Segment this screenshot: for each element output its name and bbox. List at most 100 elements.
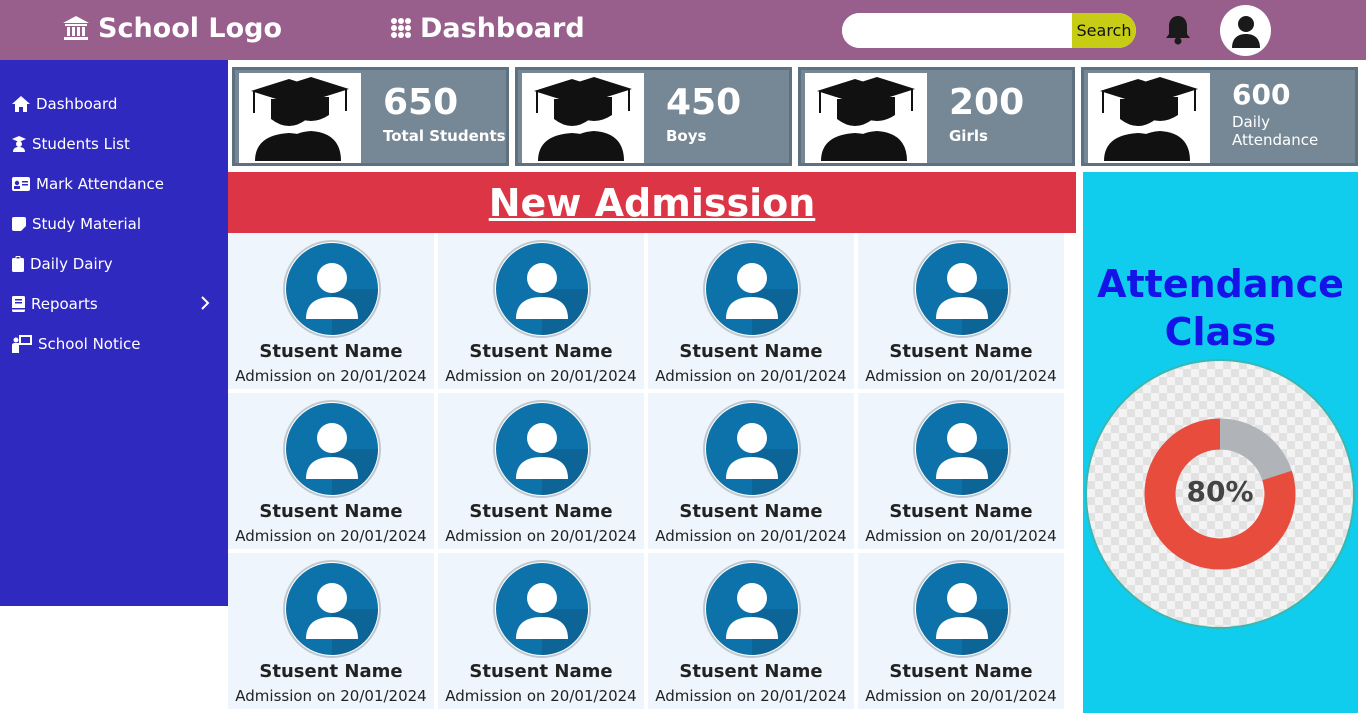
attendance-title-line1: Attendance xyxy=(1097,262,1344,306)
grid-dots-icon xyxy=(391,18,411,38)
student-name: Stusent Name xyxy=(259,501,403,522)
student-name: Stusent Name xyxy=(679,341,823,362)
sidebar-item-repoarts[interactable]: Repoarts xyxy=(12,293,222,315)
stat-label: Daily Attendance xyxy=(1232,113,1319,149)
search-button[interactable]: Search xyxy=(1072,13,1136,48)
admission-date: Admission on 20/01/2024 xyxy=(235,367,427,385)
sidebar-item-label: Daily Dairy xyxy=(30,255,113,273)
stat-value: 200 xyxy=(949,82,1025,123)
page-title-text: Dashboard xyxy=(420,12,585,44)
student-card[interactable]: Stusent Name Admission on 20/01/2024 xyxy=(228,553,434,709)
user-avatar-icon xyxy=(496,243,588,335)
student-card[interactable]: Stusent Name Admission on 20/01/2024 xyxy=(438,393,644,549)
admission-date: Admission on 20/01/2024 xyxy=(655,687,847,705)
sidebar-item-label: School Notice xyxy=(38,335,141,353)
sidebar-item-daily-dairy[interactable]: Daily Dairy xyxy=(12,253,222,275)
student-name: Stusent Name xyxy=(259,341,403,362)
admission-date: Admission on 20/01/2024 xyxy=(445,527,637,545)
attendance-percent: 80% xyxy=(1186,475,1254,508)
student-avatar xyxy=(283,240,381,338)
graduates-icon xyxy=(239,73,361,163)
student-card[interactable]: Stusent Name Admission on 20/01/2024 xyxy=(228,233,434,389)
institution-icon xyxy=(63,16,89,40)
student-card[interactable]: Stusent Name Admission on 20/01/2024 xyxy=(858,553,1064,709)
admission-date: Admission on 20/01/2024 xyxy=(235,687,427,705)
user-avatar-icon xyxy=(706,403,798,495)
student-card[interactable]: Stusent Name Admission on 20/01/2024 xyxy=(648,233,854,389)
sidebar-item-study-material[interactable]: Study Material xyxy=(12,213,222,235)
note-icon xyxy=(12,217,26,231)
book-icon xyxy=(12,296,25,312)
student-avatar xyxy=(703,240,801,338)
stat-label: Girls xyxy=(949,127,988,145)
admission-date: Admission on 20/01/2024 xyxy=(655,367,847,385)
sidebar-item-label: Students List xyxy=(32,135,130,153)
stat-card-total-students[interactable]: 650 Total Students xyxy=(232,67,509,166)
chevron-right-icon xyxy=(201,296,210,310)
clipboard-icon xyxy=(12,256,24,272)
student-avatar xyxy=(283,560,381,658)
user-avatar-icon xyxy=(496,563,588,655)
stat-card-girls[interactable]: 200 Girls xyxy=(798,67,1075,166)
student-card[interactable]: Stusent Name Admission on 20/01/2024 xyxy=(438,553,644,709)
graduates-icon xyxy=(805,73,927,163)
student-card[interactable]: Stusent Name Admission on 20/01/2024 xyxy=(648,553,854,709)
search-input[interactable] xyxy=(842,13,1072,48)
sidebar-item-label: Study Material xyxy=(32,215,142,233)
student-card[interactable]: Stusent Name Admission on 20/01/2024 xyxy=(648,393,854,549)
sidebar-item-school-notice[interactable]: School Notice xyxy=(12,333,222,355)
attendance-title-line2: Class xyxy=(1164,310,1277,354)
section-title[interactable]: New Admission xyxy=(489,181,816,225)
user-avatar-icon xyxy=(706,563,798,655)
stat-card-boys[interactable]: 450 Boys xyxy=(515,67,792,166)
attendance-panel: Attendance Class 80% xyxy=(1083,172,1358,713)
student-card[interactable]: Stusent Name Admission on 20/01/2024 xyxy=(858,233,1064,389)
stat-value: 600 xyxy=(1232,78,1291,111)
student-name: Stusent Name xyxy=(469,661,613,682)
id-card-icon xyxy=(12,177,30,191)
school-logo[interactable]: School Logo xyxy=(62,10,282,46)
student-card[interactable]: Stusent Name Admission on 20/01/2024 xyxy=(438,233,644,389)
notification-bell-icon[interactable] xyxy=(1163,14,1193,46)
student-avatar xyxy=(703,400,801,498)
stat-value: 650 xyxy=(383,82,459,123)
home-icon xyxy=(12,96,30,112)
sidebar-item-label: Dashboard xyxy=(36,95,118,113)
graduates-icon xyxy=(1088,73,1210,163)
user-avatar-icon xyxy=(286,563,378,655)
user-avatar-icon xyxy=(916,563,1008,655)
student-avatar xyxy=(493,240,591,338)
search-bar: Search xyxy=(842,13,1136,48)
user-avatar[interactable] xyxy=(1220,5,1271,56)
admission-date: Admission on 20/01/2024 xyxy=(865,687,1057,705)
student-card[interactable]: Stusent Name Admission on 20/01/2024 xyxy=(858,393,1064,549)
user-icon xyxy=(1231,15,1260,48)
student-name: Stusent Name xyxy=(889,661,1033,682)
student-name: Stusent Name xyxy=(259,661,403,682)
student-avatar xyxy=(913,400,1011,498)
student-name: Stusent Name xyxy=(679,661,823,682)
sidebar-item-students-list[interactable]: Students List xyxy=(12,133,222,155)
student-avatar xyxy=(913,560,1011,658)
student-card[interactable]: Stusent Name Admission on 20/01/2024 xyxy=(228,393,434,549)
student-name: Stusent Name xyxy=(889,501,1033,522)
stat-label: Boys xyxy=(666,127,707,145)
student-name: Stusent Name xyxy=(679,501,823,522)
admission-date: Admission on 20/01/2024 xyxy=(445,687,637,705)
student-icon xyxy=(12,136,26,152)
student-avatar xyxy=(913,240,1011,338)
student-name: Stusent Name xyxy=(889,341,1033,362)
student-name: Stusent Name xyxy=(469,341,613,362)
attendance-chart: 80% xyxy=(1085,359,1355,629)
sidebar-item-mark-attendance[interactable]: Mark Attendance xyxy=(12,173,222,195)
student-name: Stusent Name xyxy=(469,501,613,522)
stat-value: 450 xyxy=(666,82,742,123)
user-avatar-icon xyxy=(496,403,588,495)
sidebar-item-dashboard[interactable]: Dashboard xyxy=(12,93,222,115)
admission-date: Admission on 20/01/2024 xyxy=(655,527,847,545)
sidebar: Dashboard Students List Mark Attendance … xyxy=(0,60,228,606)
logo-text: School Logo xyxy=(98,12,283,44)
admission-date: Admission on 20/01/2024 xyxy=(865,367,1057,385)
user-avatar-icon xyxy=(706,243,798,335)
stat-card-daily-attendance[interactable]: 600 Daily Attendance xyxy=(1081,67,1358,166)
